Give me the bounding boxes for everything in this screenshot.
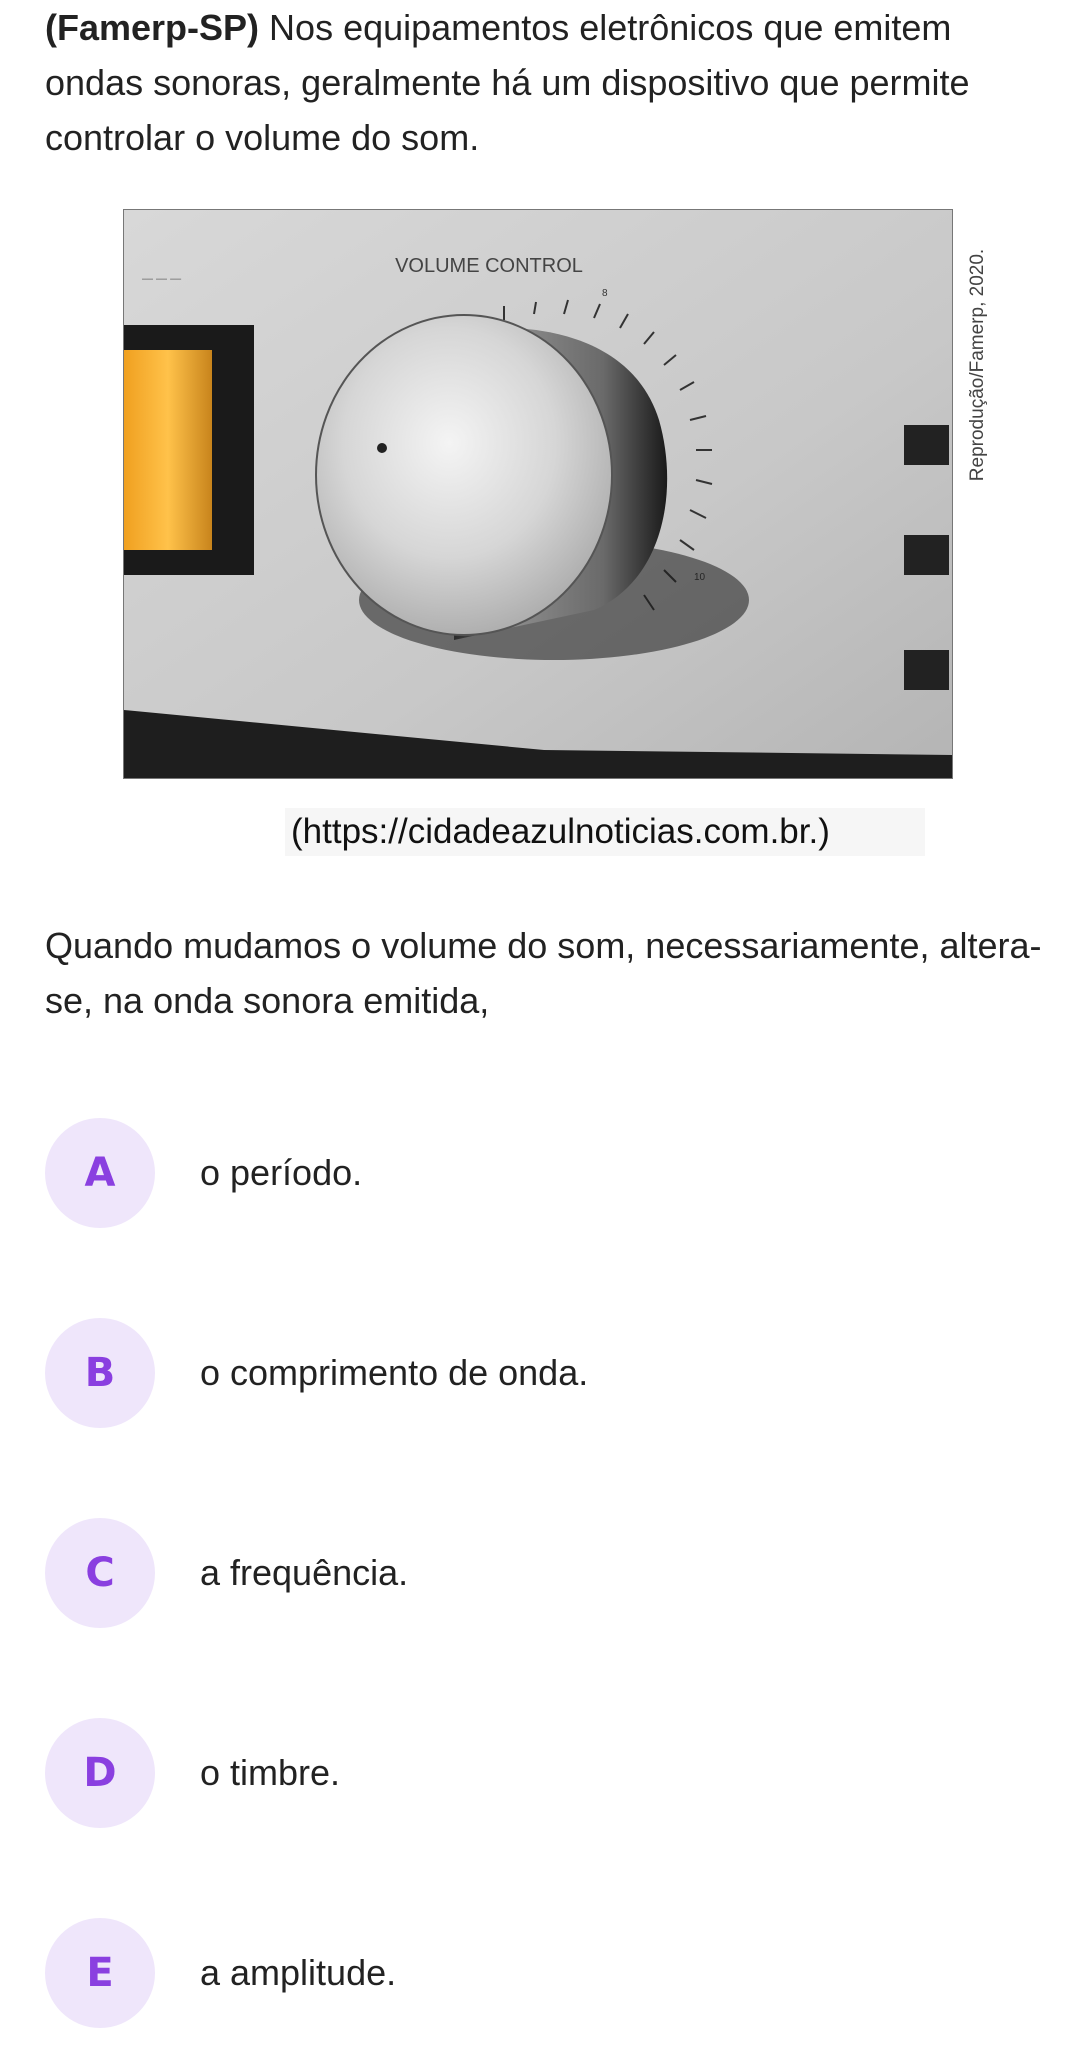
option-c-badge: C — [45, 1518, 155, 1628]
option-a[interactable]: A o período. — [45, 1118, 1045, 1228]
option-a-badge: A — [45, 1118, 155, 1228]
question-stem: Quando mudamos o volume do som, necessar… — [45, 925, 1042, 1021]
option-c[interactable]: C a frequência. — [45, 1518, 1045, 1628]
svg-text:— — —: — — — — [142, 273, 181, 285]
option-c-text: a frequência. — [200, 1552, 409, 1593]
question-intro: (Famerp-SP) Nos equipamentos eletrônicos… — [45, 0, 1045, 165]
option-b-text: o comprimento de onda. — [200, 1352, 589, 1393]
option-a-text: o período. — [200, 1152, 363, 1193]
option-e-badge: E — [45, 1918, 155, 2028]
option-d-badge: D — [45, 1718, 155, 1828]
image-credit-text: Reprodução/Famerp, 2020. — [967, 248, 988, 482]
option-b[interactable]: B o comprimento de onda. — [45, 1318, 1045, 1428]
option-b-badge: B — [45, 1318, 155, 1428]
image-source-caption: (https://cidadeazulnoticias.com.br.) — [285, 808, 925, 856]
question-source-tag: (Famerp-SP) — [45, 7, 260, 48]
svg-text:8: 8 — [602, 288, 608, 299]
option-d[interactable]: D o timbre. — [45, 1718, 1045, 1828]
option-d-text: o timbre. — [200, 1752, 341, 1793]
option-e[interactable]: E a amplitude. — [45, 1918, 1045, 2028]
image-credit: Reprodução/Famerp, 2020. — [958, 215, 998, 515]
volume-knob-photo: VOLUME CONTROL — — — 8 — [123, 209, 953, 779]
volume-control-label: VOLUME CONTROL — [395, 255, 583, 277]
volume-control-figure: VOLUME CONTROL — — — 8 — [123, 209, 953, 779]
option-e-text: a amplitude. — [200, 1952, 397, 1993]
